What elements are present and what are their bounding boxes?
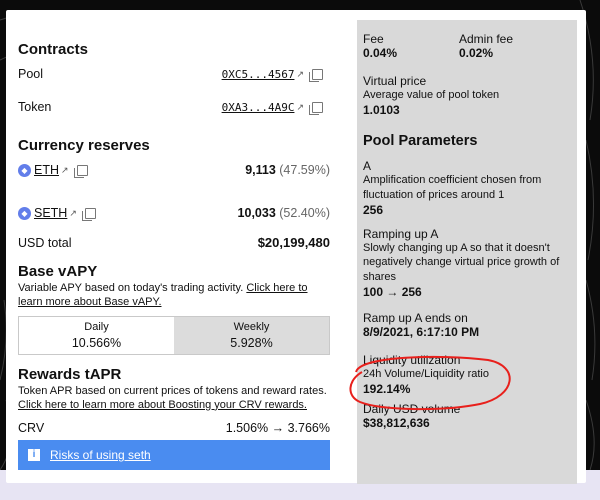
seth-link[interactable]: SETH [34,206,67,220]
ramp-label: Ramping up A [363,226,439,241]
ramp-end-value: 8/9/2021, 6:17:10 PM [363,325,480,340]
copy-icon[interactable] [81,207,96,221]
seth-percent: (52.40%) [279,206,330,220]
eth-coin-icon: ◆ [18,163,31,177]
copy-icon[interactable] [309,101,323,115]
token-label: Token [18,100,52,114]
token-row: Token 0XA3...4A9C ↗ [18,100,323,115]
pool-info-card: Contracts Pool 0XC5...4567 ↗ Token 0XA3.… [6,10,586,484]
pool-stats-panel: Fee 0.04% Admin fee 0.02% Virtual price … [357,20,577,484]
eth-percent: (47.59%) [279,163,330,177]
seth-reserve-row: ◆ SETH ↗ 10,033 (52.40%) [18,206,330,221]
usd-total-row: USD total $20,199,480 [18,235,330,250]
crv-row: CRV 1.506% → 3.766% [18,421,330,435]
copy-icon[interactable] [309,68,323,82]
reserves-title: Currency reserves [18,137,150,154]
risks-link-banner[interactable]: i Risks of using seth [18,440,330,470]
tapr-description: Token APR based on current prices of tok… [18,385,330,413]
volume-block: Daily USD volume $38,812,636 [363,402,571,430]
contracts-title: Contracts [18,41,89,58]
virtual-price-desc: Average value of pool token [363,89,500,101]
tapr-desc-text: Token APR based on current prices of tok… [18,385,327,397]
virtual-price-label: Virtual price [363,74,427,88]
ramp-end-block: Ramp up A ends on 8/9/2021, 6:17:10 PM [363,311,571,339]
tapr-learn-more-link[interactable]: Click here to learn more about Boosting … [18,399,330,413]
admin-fee-label: Admin fee [459,32,514,46]
seth-coin-icon: ◆ [18,206,31,220]
crv-value: 1.506% → 3.766% [225,421,330,435]
tapr-title: Rewards tAPR [18,366,122,383]
ramp-value: 100 → 256 [363,285,422,300]
vapy-desc-text: Variable APY based on today's trading ac… [18,282,244,294]
admin-fee-value: 0.02% [459,46,494,60]
ramp-end-label: Ramp up A ends on [363,311,468,326]
eth-reserve-row: ◆ ETH ↗ 9,113 (47.59%) [18,163,330,178]
eth-link[interactable]: ETH [34,163,59,177]
virtual-price-value: 1.0103 [363,102,400,117]
a-block: A Amplification coefficient chosen from … [363,159,571,217]
fee-value: 0.04% [363,46,398,60]
volume-value: $38,812,636 [363,415,430,430]
usd-total-label: USD total [18,235,72,250]
tab-daily[interactable]: Daily 10.566% [19,317,174,354]
fee-label: Fee [363,32,384,46]
tab-weekly-label: Weekly [233,321,270,333]
liquidity-value: 192.14% [363,381,411,396]
a-value: 256 [363,202,384,217]
seth-amount: 10,033 [237,206,276,220]
ramp-desc: Slowly changing up A so that it doesn't … [363,241,560,284]
vapy-title: Base vAPY [18,263,98,280]
tab-weekly[interactable]: Weekly 5.928% [174,317,329,354]
tab-daily-value: 10.566% [71,336,122,350]
fee-row: Fee 0.04% Admin fee 0.02% [363,32,571,60]
liquidity-desc: 24h Volume/Liquidity ratio [363,368,489,381]
tab-weekly-value: 5.928% [230,336,273,350]
external-link-icon: ↗ [61,164,69,175]
pool-parameters-title: Pool Parameters [363,132,478,149]
copy-icon[interactable] [73,164,88,178]
pool-address-link[interactable]: 0XC5...4567 [222,68,295,81]
info-icon: i [28,449,40,461]
tab-daily-label: Daily [84,321,109,333]
external-link-icon: ↗ [296,68,304,79]
risks-link-text[interactable]: Risks of using seth [50,448,151,462]
pool-row: Pool 0XC5...4567 ↗ [18,67,323,82]
token-address-link[interactable]: 0XA3...4A9C [222,101,295,114]
pool-label: Pool [18,67,44,81]
volume-label: Daily USD volume [363,401,461,416]
ramp-block: Ramping up A Slowly changing up A so tha… [363,227,571,300]
eth-amount: 9,113 [245,163,276,177]
liquidity-block: Liquidity utilization 24h Volume/Liquidi… [363,353,571,396]
vapy-period-tabs: Daily 10.566% Weekly 5.928% [18,316,330,355]
vapy-description: Variable APY based on today's trading ac… [18,282,330,310]
external-link-icon: ↗ [69,207,77,218]
usd-total-value: $20,199,480 [257,235,330,250]
a-label: A [363,158,372,173]
external-link-icon: ↗ [296,101,304,112]
virtual-price-block: Virtual price Average value of pool toke… [363,74,571,117]
crv-label: CRV [18,421,45,435]
liquidity-label: Liquidity utilization [363,353,461,368]
a-desc: Amplification coefficient chosen from fl… [363,173,542,201]
